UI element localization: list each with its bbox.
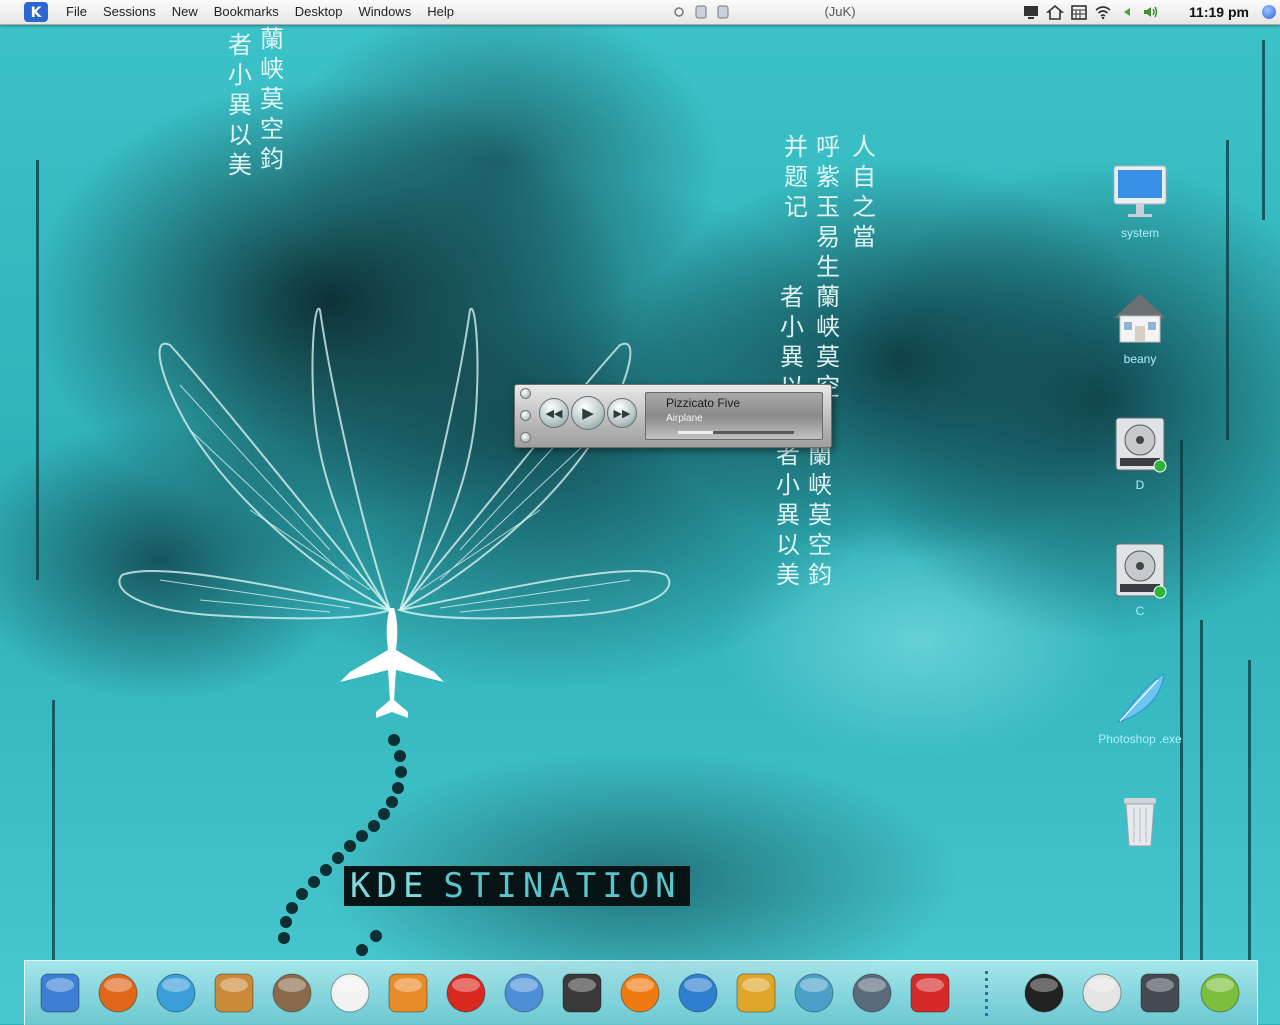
monitor-icon[interactable]	[1022, 3, 1040, 21]
calligraphy-column: 者小異以美	[228, 31, 252, 179]
active-window-title: (JuK)	[824, 4, 856, 19]
messenger-icon[interactable]	[151, 967, 201, 1019]
volume-icon[interactable]	[1142, 3, 1160, 21]
corner-button-icon[interactable]	[1262, 5, 1276, 19]
pin-icon[interactable]	[520, 432, 531, 443]
calligraphy-column: 并题记	[784, 133, 808, 221]
menu-help[interactable]: Help	[419, 0, 462, 24]
pin-icon[interactable]	[520, 388, 531, 399]
vlc-cone-icon[interactable]	[615, 967, 665, 1019]
finder-face-icon[interactable]	[35, 967, 85, 1019]
logo-text-kde: KDE	[344, 866, 436, 906]
desktop-icon-trash[interactable]	[1096, 790, 1184, 854]
home-folder-icon	[1114, 294, 1166, 343]
burner-flame-icon[interactable]	[441, 967, 491, 1019]
rewind-button[interactable]: ◀◀	[539, 398, 569, 428]
desktop-icon-label: Photoshop .exe	[1098, 732, 1182, 746]
logout-icon[interactable]	[716, 4, 730, 19]
track-progress-fill	[678, 431, 713, 434]
menu-bookmarks[interactable]: Bookmarks	[206, 0, 287, 24]
firefox-icon[interactable]	[93, 967, 143, 1019]
menu-new[interactable]: New	[164, 0, 206, 24]
calligraphy-column: 呼紫玉易生蘭峡莫空	[816, 133, 840, 401]
quick-launch	[672, 4, 730, 19]
emule-donkey-icon[interactable]	[209, 967, 259, 1019]
dock-separator	[985, 971, 988, 1017]
hard-drive-icon	[1115, 543, 1167, 599]
menu-bar: File Sessions New Bookmarks Desktop Wind…	[58, 0, 462, 24]
clock[interactable]: 11:19 pm	[1186, 0, 1252, 24]
svg-text:K: K	[31, 5, 43, 21]
desktop-icon-photoshop[interactable]: Photoshop .exe	[1096, 668, 1184, 747]
play-button[interactable]: ▶	[571, 396, 605, 430]
juk-mini-player[interactable]: ◀◀ ▶ ▶▶ Pizzicato Five Airplane	[514, 384, 832, 448]
feather-icon	[1116, 673, 1165, 724]
desktop-icon-system[interactable]: system	[1096, 162, 1184, 241]
cd-document-icon[interactable]	[1077, 967, 1127, 1019]
wifi-icon[interactable]	[1094, 3, 1112, 21]
speaker-arrow-icon[interactable]	[1118, 3, 1136, 21]
kde-gear-icon[interactable]: K	[22, 1, 50, 23]
dock	[24, 960, 1258, 1025]
lock-icon[interactable]	[694, 4, 708, 19]
media-player-icon[interactable]	[673, 967, 723, 1019]
kdestination-logo: KDE STINATION	[344, 866, 690, 906]
menu-sessions[interactable]: Sessions	[95, 0, 164, 24]
photo-stamp-icon[interactable]	[267, 967, 317, 1019]
fast-forward-button[interactable]: ▶▶	[607, 398, 637, 428]
clapperboard-icon[interactable]	[557, 967, 607, 1019]
calligraphy-column: 蘭峡莫空鈞	[260, 25, 284, 173]
desktop-icon-beany[interactable]: beany	[1096, 288, 1184, 367]
ink-drip	[1200, 620, 1203, 960]
pin-icon[interactable]	[520, 410, 531, 421]
system-tray	[1022, 3, 1160, 21]
photo-frame-icon[interactable]	[1195, 967, 1245, 1019]
sleep-icon[interactable]	[672, 4, 686, 19]
calligraphy-column: 人自之當	[852, 133, 876, 251]
ink-drip	[1248, 660, 1251, 960]
track-name: Airplane	[666, 413, 703, 424]
speedometer-icon[interactable]	[1135, 967, 1185, 1019]
gimp-icon[interactable]	[383, 967, 433, 1019]
menu-windows[interactable]: Windows	[350, 0, 419, 24]
camera-icon[interactable]	[905, 967, 955, 1019]
computer-icon	[1113, 165, 1167, 217]
track-display: Pizzicato Five Airplane	[645, 392, 823, 440]
desktop-icon-d[interactable]: D	[1096, 414, 1184, 493]
lightning-disc-icon[interactable]	[499, 967, 549, 1019]
tux-penguin-icon[interactable]	[1019, 967, 1069, 1019]
ipod-icon[interactable]	[789, 967, 839, 1019]
calligraphy-column: 者小異以美	[776, 441, 800, 589]
desktop-icon-label: beany	[1123, 352, 1157, 366]
home-icon[interactable]	[1046, 3, 1064, 21]
mp3-player-icon[interactable]	[731, 967, 781, 1019]
calendar-icon[interactable]	[1070, 3, 1088, 21]
desktop-icon-label: C	[1135, 604, 1145, 618]
desktop-icon-c[interactable]: C	[1096, 540, 1184, 619]
menu-desktop[interactable]: Desktop	[287, 0, 351, 24]
headset-icon[interactable]	[847, 967, 897, 1019]
ink-drip	[36, 160, 39, 580]
logo-text-stination: STINATION	[435, 866, 690, 906]
ink-drip	[1262, 40, 1265, 220]
notepad-icon[interactable]	[325, 967, 375, 1019]
ink-drip	[1226, 140, 1229, 440]
artist-name: Pizzicato Five	[666, 396, 741, 410]
trash-icon	[1124, 798, 1156, 847]
top-panel: K File Sessions New Bookmarks Desktop Wi…	[0, 0, 1280, 25]
hard-drive-icon	[1115, 417, 1167, 473]
track-progress-bar[interactable]	[678, 431, 794, 434]
desktop-icon-label: D	[1135, 478, 1145, 492]
desktop-icon-label: system	[1120, 226, 1159, 240]
ink-drip	[52, 700, 55, 960]
calligraphy-column: 蘭峡莫空鈞	[808, 441, 832, 589]
menu-file[interactable]: File	[58, 0, 95, 24]
